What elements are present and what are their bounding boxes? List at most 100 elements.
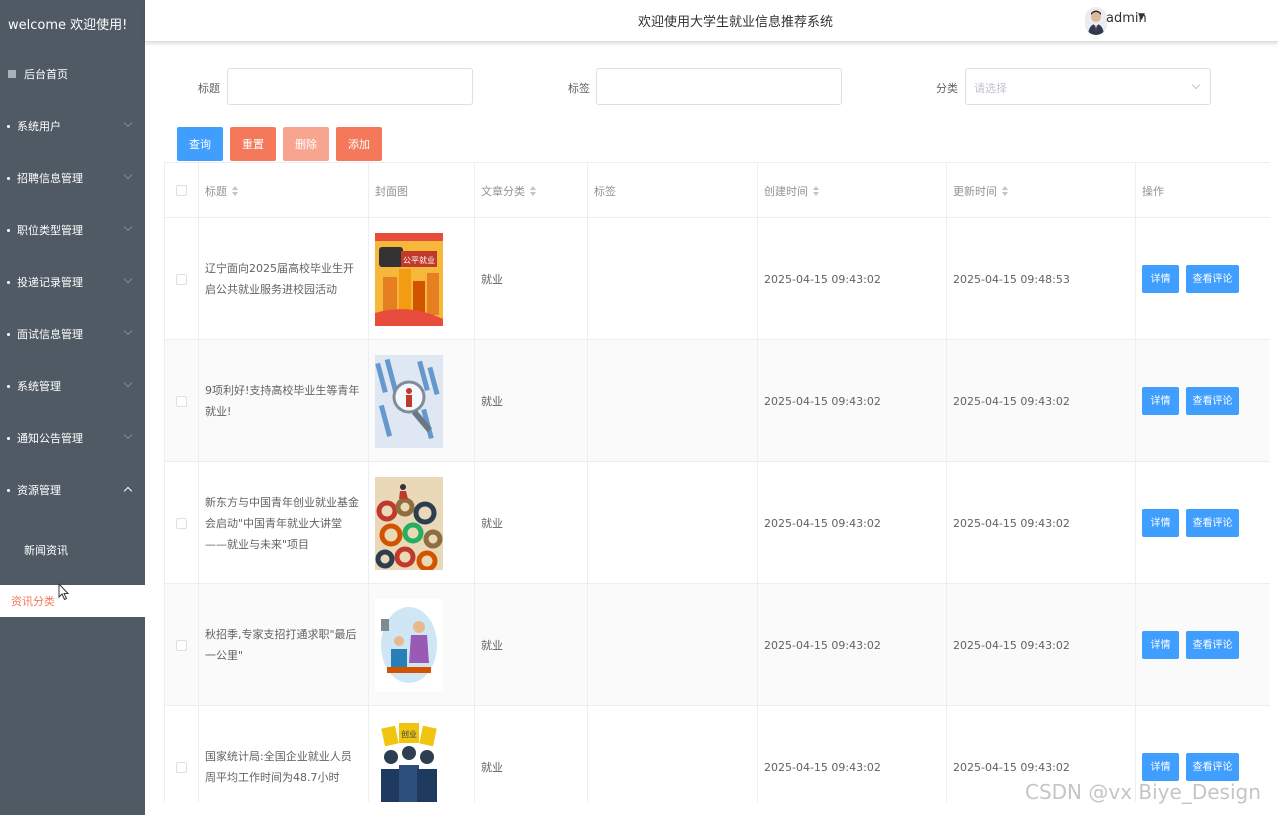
column-header-tag: 标签 bbox=[588, 163, 758, 218]
view-comments-button[interactable]: 查看评论 bbox=[1186, 387, 1239, 415]
table-row: 秋招季,专家支招打通求职"最后一公里" 就业 2025-04-15 09:43:… bbox=[165, 584, 1270, 706]
row-checkbox[interactable] bbox=[176, 639, 187, 651]
cover-image[interactable] bbox=[375, 598, 443, 692]
chevron-down-icon bbox=[123, 274, 133, 284]
cover-image[interactable] bbox=[375, 354, 443, 448]
query-button[interactable]: 查询 bbox=[177, 127, 223, 161]
detail-button[interactable]: 详情 bbox=[1142, 265, 1179, 293]
bullet-icon bbox=[7, 436, 10, 440]
cover-cell bbox=[369, 462, 475, 584]
sidebar-brand: welcome 欢迎使用! bbox=[8, 18, 128, 33]
cover-image[interactable]: 创业 bbox=[375, 720, 443, 802]
cover-illustration bbox=[375, 476, 443, 570]
sidebar-item-interviews[interactable]: 面试信息管理 bbox=[0, 308, 145, 360]
sidebar-item-system-management[interactable]: 系统管理 bbox=[0, 360, 145, 412]
delete-button[interactable]: 删除 bbox=[283, 127, 329, 161]
title-cell: 9项利好!支持高校毕业生等青年就业! bbox=[199, 340, 369, 462]
row-checkbox[interactable] bbox=[176, 517, 187, 529]
cover-illustration: 创业 bbox=[375, 720, 443, 802]
category-cell: 就业 bbox=[475, 218, 588, 340]
sort-icon[interactable] bbox=[1002, 185, 1008, 196]
created-cell: 2025-04-15 09:43:02 bbox=[758, 584, 947, 706]
sidebar-item-job-types[interactable]: 职位类型管理 bbox=[0, 204, 145, 256]
avatar-image bbox=[1085, 7, 1107, 35]
column-label: 创建时间 bbox=[764, 184, 808, 198]
column-label: 标签 bbox=[594, 184, 616, 198]
home-icon bbox=[8, 70, 16, 78]
row-checkbox[interactable] bbox=[176, 395, 187, 407]
title-input[interactable] bbox=[227, 68, 473, 105]
column-header-updated[interactable]: 更新时间 bbox=[947, 163, 1136, 218]
news-table: 标题 封面图 文章分类 标签 创建时间 更新时间 操作 辽宁面向2025届高校毕… bbox=[164, 162, 1270, 802]
actions-cell: 详情 查看评论 bbox=[1136, 218, 1270, 340]
sort-icon[interactable] bbox=[813, 185, 819, 196]
sidebar-menu: 系统用户 招聘信息管理 职位类型管理 投递记录管理 面试信息管理 系统管理 通知… bbox=[0, 100, 145, 516]
view-comments-button[interactable]: 查看评论 bbox=[1186, 265, 1239, 293]
row-select-cell bbox=[165, 706, 199, 802]
chevron-down-icon bbox=[1191, 80, 1201, 90]
tag-input[interactable] bbox=[596, 68, 842, 105]
sidebar-item-label: 后台首页 bbox=[24, 68, 68, 81]
updated-cell: 2025-04-15 09:43:02 bbox=[947, 584, 1136, 706]
table-header: 标题 封面图 文章分类 标签 创建时间 更新时间 操作 bbox=[165, 163, 1270, 218]
cover-cell bbox=[369, 340, 475, 462]
updated-cell: 2025-04-15 09:43:02 bbox=[947, 462, 1136, 584]
detail-button[interactable]: 详情 bbox=[1142, 631, 1179, 659]
sidebar-item-recruitment[interactable]: 招聘信息管理 bbox=[0, 152, 145, 204]
sidebar: welcome 欢迎使用! 后台首页 系统用户 招聘信息管理 职位类型管理 投递… bbox=[0, 0, 145, 815]
caret-down-icon[interactable]: ▼ bbox=[1138, 12, 1145, 22]
tag-cell bbox=[588, 218, 758, 340]
sidebar-subitem-news[interactable]: 新闻资讯 bbox=[0, 528, 145, 572]
table-row: 新东方与中国青年创业就业基金会启动"中国青年就业大讲堂——就业与未来"项目 就业… bbox=[165, 462, 1270, 584]
detail-button[interactable]: 详情 bbox=[1142, 753, 1179, 781]
category-select[interactable]: 请选择 bbox=[965, 68, 1211, 105]
cover-image[interactable]: 公平就业 bbox=[375, 232, 443, 326]
created-cell: 2025-04-15 09:43:02 bbox=[758, 340, 947, 462]
column-header-category[interactable]: 文章分类 bbox=[475, 163, 588, 218]
sort-icon[interactable] bbox=[232, 185, 238, 196]
title-cell: 秋招季,专家支招打通求职"最后一公里" bbox=[199, 584, 369, 706]
table-row: 9项利好!支持高校毕业生等青年就业! 就业 2025-04-15 09:43:0… bbox=[165, 340, 1270, 462]
chevron-down-icon bbox=[123, 430, 133, 440]
column-header-title[interactable]: 标题 bbox=[199, 163, 369, 218]
column-header-actions: 操作 bbox=[1136, 163, 1270, 218]
sidebar-item-applications[interactable]: 投递记录管理 bbox=[0, 256, 145, 308]
select-all-checkbox[interactable] bbox=[176, 185, 187, 196]
cover-illustration bbox=[375, 354, 443, 448]
sort-icon[interactable] bbox=[530, 185, 536, 196]
view-comments-button[interactable]: 查看评论 bbox=[1186, 753, 1239, 781]
reset-button[interactable]: 重置 bbox=[230, 127, 276, 161]
bullet-icon bbox=[7, 124, 10, 128]
watermark: CSDN @vx Biye_Design bbox=[1025, 780, 1261, 804]
sidebar-item-label: 投递记录管理 bbox=[17, 276, 83, 289]
sidebar-item-system-users[interactable]: 系统用户 bbox=[0, 100, 145, 152]
view-comments-button[interactable]: 查看评论 bbox=[1186, 509, 1239, 537]
row-select-cell bbox=[165, 340, 199, 462]
add-button[interactable]: 添加 bbox=[336, 127, 382, 161]
row-checkbox[interactable] bbox=[176, 761, 187, 773]
sidebar-item-label: 系统用户 bbox=[17, 120, 61, 133]
chevron-up-icon bbox=[123, 486, 133, 496]
bullet-icon bbox=[7, 228, 10, 232]
sidebar-item-home[interactable]: 后台首页 bbox=[0, 52, 145, 96]
column-header-created[interactable]: 创建时间 bbox=[758, 163, 947, 218]
category-cell: 就业 bbox=[475, 706, 588, 802]
column-label: 更新时间 bbox=[953, 184, 997, 198]
mouse-cursor-icon bbox=[58, 583, 70, 601]
sidebar-item-resources[interactable]: 资源管理 bbox=[0, 464, 145, 516]
cover-illustration bbox=[375, 598, 443, 692]
detail-button[interactable]: 详情 bbox=[1142, 387, 1179, 415]
user-avatar-icon[interactable] bbox=[1085, 7, 1107, 35]
view-comments-button[interactable]: 查看评论 bbox=[1186, 631, 1239, 659]
cover-image[interactable] bbox=[375, 476, 443, 570]
cover-cell bbox=[369, 584, 475, 706]
title-cell: 新东方与中国青年创业就业基金会启动"中国青年就业大讲堂——就业与未来"项目 bbox=[199, 462, 369, 584]
detail-button[interactable]: 详情 bbox=[1142, 509, 1179, 537]
sidebar-subitem-news-category[interactable]: 资讯分类 bbox=[0, 585, 145, 617]
row-select-cell bbox=[165, 584, 199, 706]
category-placeholder: 请选择 bbox=[974, 82, 1007, 95]
sidebar-item-notices[interactable]: 通知公告管理 bbox=[0, 412, 145, 464]
row-checkbox[interactable] bbox=[176, 273, 187, 285]
cover-cell: 公平就业 bbox=[369, 218, 475, 340]
table-row: 辽宁面向2025届高校毕业生开启公共就业服务进校园活动 公平就业 就业 2025… bbox=[165, 218, 1270, 340]
